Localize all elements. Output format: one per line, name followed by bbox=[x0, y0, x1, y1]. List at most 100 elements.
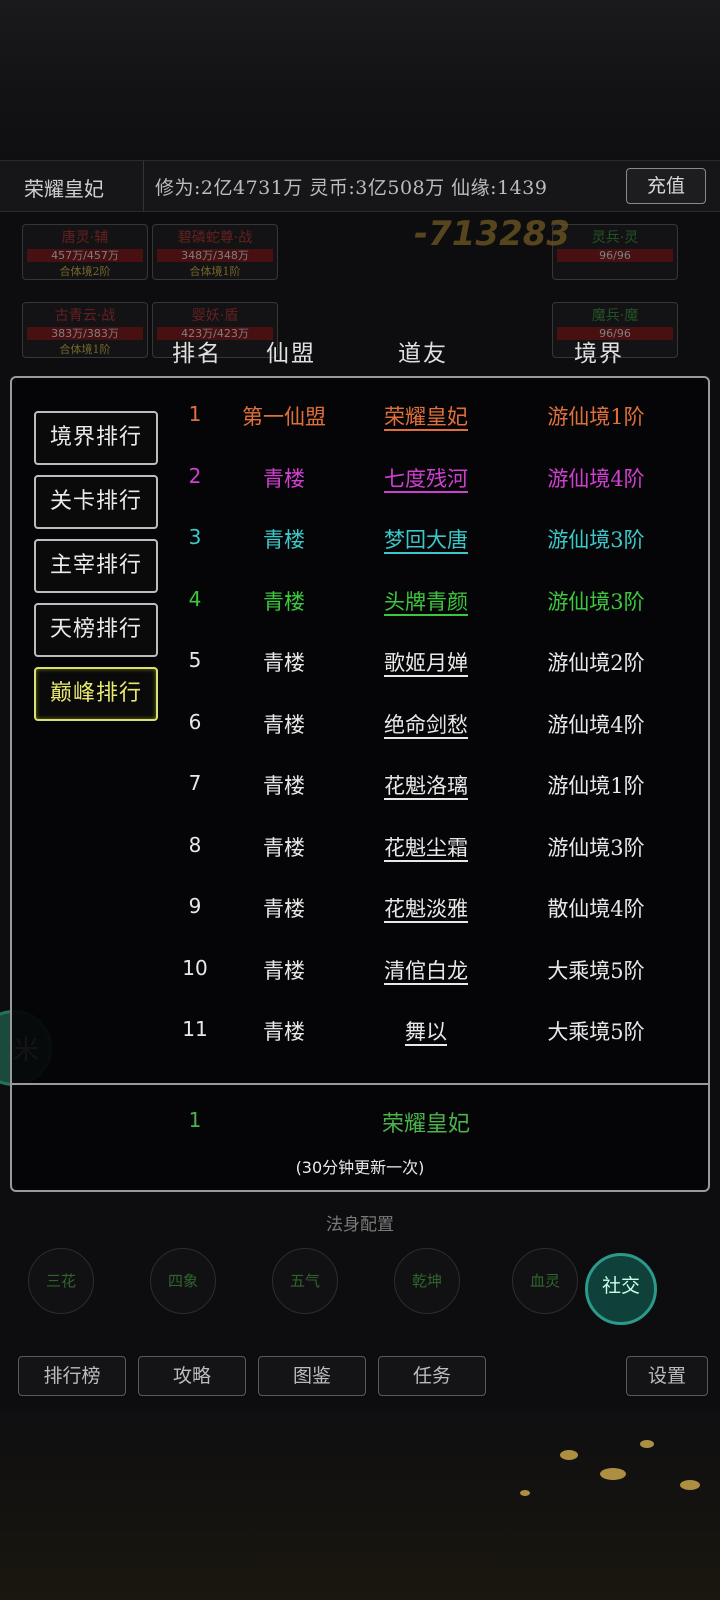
rank-cell: 10 bbox=[182, 955, 208, 980]
player-name-link[interactable]: 绝命剑愁 bbox=[356, 709, 496, 739]
social-button[interactable]: 社交 bbox=[585, 1253, 657, 1325]
ranking-nav-button[interactable]: 排行榜 bbox=[18, 1356, 126, 1396]
recharge-button[interactable]: 充值 bbox=[626, 168, 706, 204]
player-name-link[interactable]: 剑以 bbox=[356, 1078, 496, 1081]
realm-cell: 游仙境2阶 bbox=[547, 651, 645, 675]
ranking-row[interactable]: 2 青楼 七度残河 游仙境4阶 bbox=[170, 448, 690, 510]
realm-cell: 游仙境4阶 bbox=[547, 466, 645, 491]
my-name: 荣耀皇妃 bbox=[381, 1112, 470, 1137]
player-name-link[interactable]: 舞以 bbox=[356, 1016, 496, 1046]
rank-cell: 11 bbox=[182, 1017, 208, 1041]
gold-splash bbox=[640, 1440, 654, 1448]
panel-divider bbox=[10, 1083, 710, 1085]
player-name[interactable]: 荣耀皇妃 bbox=[24, 173, 104, 202]
realm-cell: 游仙境1阶 bbox=[547, 774, 645, 798]
rank-cell: 7 bbox=[188, 771, 202, 795]
unit-hp: 96/96 bbox=[557, 249, 673, 262]
unit-card[interactable]: 碧磷蛇尊·战 348万/348万 合体境1阶 bbox=[152, 224, 278, 280]
ranking-row[interactable]: 1 第一仙盟 荣耀皇妃 游仙境1阶 bbox=[170, 386, 690, 448]
alliance-cell: 青楼 bbox=[263, 958, 305, 983]
fashen-title: 法身配置 bbox=[326, 1215, 394, 1235]
tab-realm-ranking[interactable]: 境界排行 bbox=[34, 411, 158, 465]
unit-name: 魔兵·魔 bbox=[591, 308, 639, 324]
gold-splash bbox=[520, 1490, 530, 1496]
player-name-link[interactable]: 花魁淡雅 bbox=[356, 893, 496, 923]
realm-cell: 游仙境3阶 bbox=[547, 835, 645, 860]
alliance-cell: 青楼 bbox=[263, 835, 305, 860]
damage-number: -713283 bbox=[414, 214, 571, 254]
unit-hp: 383万/383万 bbox=[27, 327, 143, 340]
ranking-row[interactable]: 9 青楼 花魁淡雅 散仙境4阶 bbox=[170, 878, 690, 940]
rank-cell: 2 bbox=[188, 463, 202, 488]
ranking-row[interactable]: 12青楼 剑以 散仙境1阶 bbox=[170, 1063, 690, 1081]
ranking-list[interactable]: 1 第一仙盟 荣耀皇妃 游仙境1阶 2 青楼 七度残河 游仙境4阶 3 青楼 梦回大唐 游仙境3阶 4 青… bbox=[170, 386, 690, 1080]
alliance-cell: 青楼 bbox=[263, 528, 305, 552]
fashen-slot[interactable]: 四象 bbox=[150, 1248, 216, 1314]
unit-name: 婴妖·盾 bbox=[191, 308, 239, 324]
unit-level: 合体境1阶 bbox=[59, 343, 111, 356]
realm-cell: 大乘境5阶 bbox=[547, 1020, 645, 1044]
rank-cell: 5 bbox=[188, 648, 202, 672]
ranking-row[interactable]: 4 青楼 头牌青颜 游仙境3阶 bbox=[170, 571, 690, 633]
unit-card[interactable]: 古青云·战 383万/383万 合体境1阶 bbox=[22, 302, 148, 358]
unit-name: 灵兵·灵 bbox=[591, 230, 639, 246]
realm-cell: 散仙境4阶 bbox=[547, 897, 645, 921]
realm-cell: 游仙境3阶 bbox=[547, 528, 645, 552]
alliance-cell: 青楼 bbox=[222, 1078, 346, 1081]
realm-cell: 游仙境3阶 bbox=[547, 589, 645, 614]
status-bar: 荣耀皇妃 修为:2亿4731万 灵币:3亿508万 仙缘:1439 bbox=[0, 160, 720, 212]
player-name-link[interactable]: 头牌青颜 bbox=[356, 586, 496, 616]
player-stats: 修为:2亿4731万 灵币:3亿508万 仙缘:1439 bbox=[155, 177, 548, 199]
guide-nav-button[interactable]: 攻略 bbox=[138, 1356, 246, 1396]
rank-cell: 8 bbox=[188, 832, 202, 857]
column-header-alliance: 仙盟 bbox=[266, 341, 316, 367]
tasks-nav-button[interactable]: 任务 bbox=[378, 1356, 486, 1396]
player-name-link[interactable]: 花魁尘霜 bbox=[356, 832, 496, 862]
realm-cell: 散仙境1阶 bbox=[526, 1078, 666, 1081]
unit-level: 合体境2阶 bbox=[59, 265, 111, 278]
realm-cell: 大乘境5阶 bbox=[547, 958, 645, 983]
column-header-realm: 境界 bbox=[574, 341, 624, 367]
ranking-row[interactable]: 7 青楼 花魁洛璃 游仙境1阶 bbox=[170, 755, 690, 817]
ranking-row[interactable]: 5 青楼 歌姬月婵 游仙境2阶 bbox=[170, 632, 690, 694]
alliance-cell: 青楼 bbox=[263, 589, 305, 614]
header-divider bbox=[143, 161, 144, 211]
rank-cell: 3 bbox=[188, 525, 202, 549]
tab-stage-ranking[interactable]: 关卡排行 bbox=[34, 475, 158, 529]
rank-cell: 4 bbox=[188, 586, 202, 611]
player-name-link[interactable]: 歌姬月婵 bbox=[356, 647, 496, 677]
settings-nav-button[interactable]: 设置 bbox=[626, 1356, 708, 1396]
unit-hp: 348万/348万 bbox=[157, 249, 273, 262]
fashen-slot[interactable]: 五气 bbox=[272, 1248, 338, 1314]
unit-hp: 457万/457万 bbox=[27, 249, 143, 262]
player-name-link[interactable]: 七度残河 bbox=[356, 463, 496, 493]
ranking-row[interactable]: 11 青楼 舞以 大乘境5阶 bbox=[170, 1001, 690, 1063]
unit-card[interactable]: 唐灵·辅 457万/457万 合体境2阶 bbox=[22, 224, 148, 280]
player-name-link[interactable]: 荣耀皇妃 bbox=[356, 401, 496, 431]
ranking-row[interactable]: 8 青楼 花魁尘霜 游仙境3阶 bbox=[170, 817, 690, 879]
tab-master-ranking[interactable]: 主宰排行 bbox=[34, 539, 158, 593]
rank-cell: 1 bbox=[188, 402, 202, 426]
realm-cell: 游仙境4阶 bbox=[547, 712, 645, 737]
alliance-cell: 青楼 bbox=[263, 897, 305, 921]
player-name-link[interactable]: 清倌白龙 bbox=[356, 955, 496, 985]
ranking-row[interactable]: 10 青楼 清倌白龙 大乘境5阶 bbox=[170, 940, 690, 1002]
tab-peak-ranking[interactable]: 巅峰排行 bbox=[34, 667, 158, 721]
fashen-slot[interactable]: 三花 bbox=[28, 1248, 94, 1314]
gold-splash bbox=[560, 1450, 578, 1460]
player-name-link[interactable]: 梦回大唐 bbox=[356, 524, 496, 554]
column-header-friend: 道友 bbox=[398, 341, 448, 367]
fashen-slot[interactable]: 乾坤 bbox=[394, 1248, 460, 1314]
rank-cell: 9 bbox=[188, 894, 202, 918]
rank-cell: 12 bbox=[170, 1079, 220, 1081]
unit-name: 碧磷蛇尊·战 bbox=[177, 230, 253, 246]
tab-heaven-ranking[interactable]: 天榜排行 bbox=[34, 603, 158, 657]
atlas-nav-button[interactable]: 图鉴 bbox=[258, 1356, 366, 1396]
unit-card[interactable]: 灵兵·灵 96/96 bbox=[552, 224, 678, 280]
alliance-cell: 青楼 bbox=[263, 466, 305, 491]
player-name-link[interactable]: 花魁洛璃 bbox=[356, 770, 496, 800]
ranking-row[interactable]: 3 青楼 梦回大唐 游仙境3阶 bbox=[170, 509, 690, 571]
alliance-cell: 青楼 bbox=[263, 651, 305, 675]
fashen-slot[interactable]: 血灵 bbox=[512, 1248, 578, 1314]
ranking-row[interactable]: 6 青楼 绝命剑愁 游仙境4阶 bbox=[170, 694, 690, 756]
